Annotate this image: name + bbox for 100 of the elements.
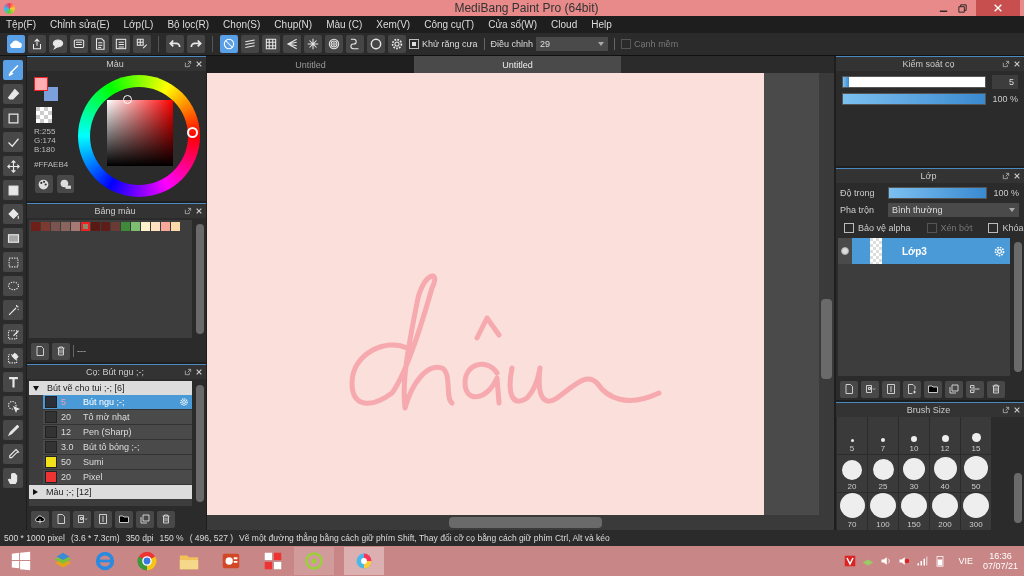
color-swatch[interactable] (91, 222, 100, 231)
brush-size-field[interactable]: 5 (992, 75, 1018, 89)
palette-edit-button[interactable] (56, 175, 74, 193)
brush-group[interactable]: Bút vẽ cho tui ;-; [6] (29, 381, 192, 395)
speaker-muted-icon[interactable] (898, 555, 911, 567)
float-icon[interactable] (184, 60, 192, 68)
move-tool[interactable] (3, 156, 23, 176)
color-swatch[interactable] (121, 222, 130, 231)
menu-item[interactable]: Help (591, 19, 612, 30)
new-page-button[interactable] (52, 510, 70, 528)
trash-button[interactable] (157, 510, 175, 528)
brush-item[interactable]: 3.0 Bút tô bóng ;-; (43, 440, 192, 455)
menu-item[interactable]: Công cụ(T) (424, 19, 475, 30)
delete-swatch-button[interactable] (52, 342, 70, 360)
close-icon[interactable] (195, 207, 203, 215)
new-layer-button[interactable] (840, 380, 858, 398)
copy-layer-button[interactable] (861, 380, 879, 398)
menu-item[interactable]: Cửa sổ(W) (488, 19, 538, 30)
document-tab[interactable]: Untitled (414, 56, 621, 73)
menu-item[interactable]: Cloud (551, 19, 578, 30)
brush-size-preset[interactable]: 12 (930, 417, 960, 454)
color-swatch[interactable] (131, 222, 140, 231)
hand-tool[interactable] (3, 468, 23, 488)
select-pointer-tool[interactable] (3, 396, 23, 416)
brush-size-slider[interactable] (842, 76, 986, 88)
brush-size-preset[interactable]: 7 (868, 417, 898, 454)
new-swatch-button[interactable] (31, 342, 49, 360)
shield-icon[interactable] (844, 555, 857, 567)
speech-bubble-button[interactable] (49, 35, 67, 53)
color-swatch[interactable] (101, 222, 110, 231)
start-icon[interactable] (10, 550, 32, 572)
close-icon[interactable] (1013, 406, 1021, 414)
brush-size-preset[interactable]: 150 (899, 493, 929, 530)
document-button[interactable] (91, 35, 109, 53)
add-layer-button[interactable] (903, 380, 921, 398)
color-swatch[interactable] (61, 222, 70, 231)
taskbar-app-button[interactable] (344, 547, 384, 575)
layer-option-checkbox[interactable] (988, 223, 999, 234)
saturation-square[interactable] (107, 100, 173, 166)
blend-mode-dropdown[interactable]: Bình thường (888, 203, 1019, 218)
brush-size-preset[interactable]: 30 (899, 455, 929, 492)
menu-item[interactable]: Tệp(F) (6, 19, 36, 30)
brush-item[interactable]: 50 Sumi (43, 455, 192, 470)
share-button[interactable] (28, 35, 46, 53)
transparent-swatch[interactable] (36, 107, 52, 123)
round-browser-icon[interactable] (136, 550, 158, 572)
color-swatch[interactable] (31, 222, 40, 231)
menu-item[interactable]: Màu (C) (326, 19, 363, 30)
grid-edit-button[interactable] (133, 35, 151, 53)
copy-page-button[interactable] (73, 510, 91, 528)
merge-button[interactable] (966, 380, 984, 398)
magic-wand-tool[interactable] (3, 300, 23, 320)
color-swatch[interactable] (41, 222, 50, 231)
perspective-button[interactable] (283, 35, 301, 53)
grid-button[interactable] (262, 35, 280, 53)
brush-size-preset[interactable]: 20 (837, 455, 867, 492)
scrollbar[interactable] (207, 515, 834, 530)
brush-item[interactable]: 20 Pixel (43, 470, 192, 485)
scrollbar[interactable] (819, 73, 834, 515)
brush-size-preset[interactable]: 5 (837, 417, 867, 454)
menu-item[interactable]: Chọn(S) (223, 19, 261, 30)
eraser-tool[interactable] (3, 84, 23, 104)
color-swatch[interactable] (141, 222, 150, 231)
tiles-app-icon[interactable] (262, 550, 284, 572)
brush-size-preset[interactable]: 70 (837, 493, 867, 530)
cloud-upload-button[interactable] (31, 510, 49, 528)
page-button[interactable] (882, 380, 900, 398)
color-swatches-drawing[interactable] (34, 77, 58, 101)
opacity-slider[interactable] (842, 93, 987, 105)
menu-item[interactable]: Chụp(N) (274, 19, 313, 30)
settings-icon[interactable] (993, 245, 1006, 258)
selection-eraser-tool[interactable] (3, 348, 23, 368)
restore-icon[interactable] (957, 2, 968, 14)
settings-button[interactable] (388, 35, 406, 53)
color-swatch[interactable] (81, 222, 90, 231)
radial-lines-button[interactable] (304, 35, 322, 53)
brush-item[interactable]: 12 Pen (Sharp) (43, 425, 192, 440)
float-icon[interactable] (1002, 406, 1010, 414)
brush-size-preset[interactable]: 40 (930, 455, 960, 492)
hue-picker-ring-icon[interactable] (187, 127, 198, 138)
volume-icon[interactable] (880, 555, 893, 567)
brush-size-preset[interactable]: 10 (899, 417, 929, 454)
message-button[interactable] (70, 35, 88, 53)
layer-option-checkbox[interactable] (844, 223, 854, 234)
color-swatch[interactable] (151, 222, 160, 231)
color-swatch[interactable] (71, 222, 80, 231)
correction-dropdown[interactable]: 29 (536, 37, 609, 51)
concentric-circles-button[interactable] (325, 35, 343, 53)
circle-button[interactable] (367, 35, 385, 53)
parallel-lines-button[interactable] (241, 35, 259, 53)
redo-button[interactable] (187, 35, 205, 53)
color-swatch[interactable] (161, 222, 170, 231)
color-swatch[interactable] (111, 222, 120, 231)
menu-item[interactable]: Chỉnh sửa(E) (50, 19, 110, 30)
rectangle-selection-tool[interactable] (3, 252, 23, 272)
brush-item[interactable]: 20 Tô mờ nhạt (43, 410, 192, 425)
folder-button[interactable] (924, 380, 942, 398)
filled-square-tool[interactable] (3, 180, 23, 200)
brush-size-preset[interactable]: 25 (868, 455, 898, 492)
close-icon[interactable] (195, 368, 203, 376)
